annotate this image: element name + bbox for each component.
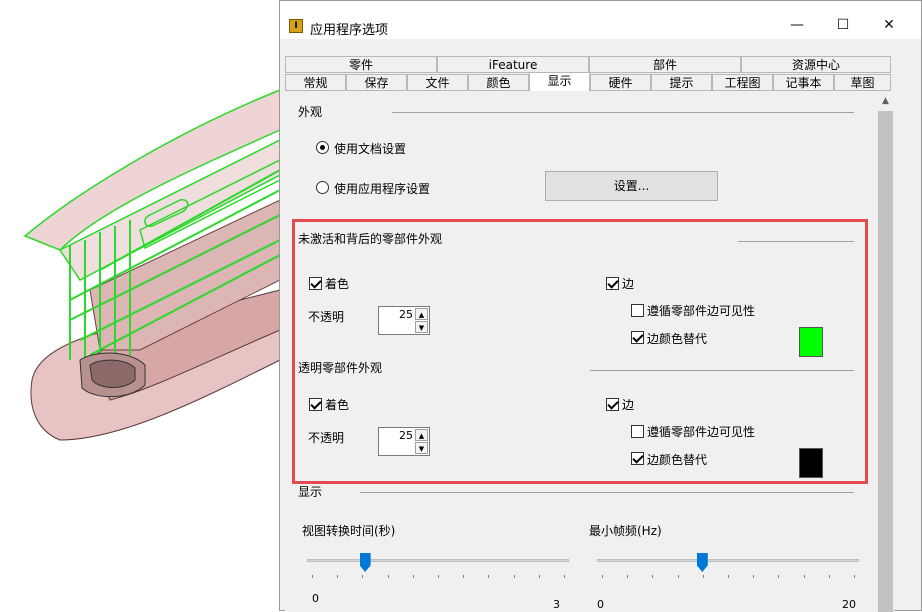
radio-document-settings-label: 使用文档设置 [334, 142, 407, 156]
slider-tick [854, 575, 855, 578]
close-button[interactable]: ✕ [866, 11, 912, 39]
view-transition-min-label: 0 [312, 592, 319, 605]
slider-tick [362, 575, 364, 578]
slider-tick [602, 575, 603, 578]
tab-file[interactable]: 文件 [407, 74, 468, 91]
slider-tick [513, 575, 515, 578]
view-transition-max-label: 3 [553, 598, 560, 611]
slider-tick [803, 575, 805, 578]
tab-ifeature[interactable]: iFeature [437, 56, 589, 73]
vertical-scrollbar[interactable]: ▲ [877, 91, 894, 612]
radio-application-settings-label: 使用应用程序设置 [334, 182, 431, 196]
slider-tick [387, 575, 389, 578]
tab-prompts[interactable]: 提示 [651, 74, 712, 91]
slider-tick [312, 575, 313, 578]
application-options-dialog: I 应用程序选项 — ☐ ✕ 零件 iFeature 部件 资源中心 常规 保存… [279, 0, 922, 612]
settings-button[interactable]: 设置... [545, 171, 718, 201]
min-frame-rate-slider-thumb[interactable] [696, 553, 708, 572]
appearance-divider [392, 112, 854, 113]
slider-tick [677, 575, 679, 578]
display-panel: 外观 使用文档设置 使用应用程序设置 设置... 未激活和背后的零部件外观 着色… [285, 91, 879, 612]
slider-tick [828, 575, 830, 578]
dialog-title: 应用程序选项 [310, 23, 389, 38]
maximize-button[interactable]: ☐ [820, 11, 866, 39]
app-icon: I [289, 19, 303, 33]
view-transition-slider-thumb[interactable] [359, 553, 371, 572]
view-transition-slider-track[interactable] [307, 559, 569, 562]
slider-tick [538, 575, 540, 578]
display-heading: 显示 [298, 485, 323, 499]
scroll-up-icon[interactable]: ▲ [877, 93, 894, 110]
tab-strip: 零件 iFeature 部件 资源中心 常规 保存 文件 颜色 显示 硬件 提示… [285, 56, 891, 92]
slider-tick [438, 575, 439, 578]
tab-save[interactable]: 保存 [346, 74, 407, 91]
radio-document-settings[interactable] [316, 141, 329, 154]
slider-tick [564, 575, 565, 578]
tab-general[interactable]: 常规 [285, 74, 346, 91]
min-frame-rate-max-label: 20 [842, 598, 856, 611]
tab-content-center[interactable]: 资源中心 [741, 56, 891, 73]
slider-tick [627, 575, 629, 578]
tab-colors[interactable]: 颜色 [468, 74, 529, 91]
cad-model-viewport [23, 88, 281, 441]
slider-tick [412, 575, 414, 578]
view-transition-label: 视图转换时间(秒) [302, 524, 396, 538]
tab-assembly[interactable]: 部件 [589, 56, 741, 73]
tab-display[interactable]: 显示 [529, 72, 590, 91]
minimize-button[interactable]: — [774, 11, 820, 39]
title-bar[interactable]: I 应用程序选项 — ☐ ✕ [280, 1, 921, 39]
slider-tick [728, 575, 729, 578]
highlight-annotation [292, 219, 868, 484]
slider-tick [463, 575, 465, 578]
scrollbar-thumb[interactable] [878, 111, 893, 612]
min-frame-rate-min-label: 0 [597, 598, 604, 611]
appearance-heading: 外观 [298, 105, 323, 119]
cad-model [23, 88, 281, 441]
tab-drawing[interactable]: 工程图 [712, 74, 773, 91]
slider-tick [778, 575, 780, 578]
display-divider [360, 492, 854, 493]
min-frame-rate-label: 最小帧频(Hz) [589, 524, 662, 538]
slider-tick [652, 575, 654, 578]
tab-part[interactable]: 零件 [285, 56, 437, 73]
slider-tick [337, 575, 339, 578]
min-frame-rate-slider-track[interactable] [597, 559, 859, 562]
tab-hardware[interactable]: 硬件 [590, 74, 651, 91]
slider-tick [702, 575, 704, 578]
slider-tick [488, 575, 490, 578]
tab-notebook[interactable]: 记事本 [773, 74, 834, 91]
tab-sketch[interactable]: 草图 [834, 74, 891, 91]
radio-application-settings[interactable] [316, 181, 329, 194]
slider-tick [753, 575, 755, 578]
